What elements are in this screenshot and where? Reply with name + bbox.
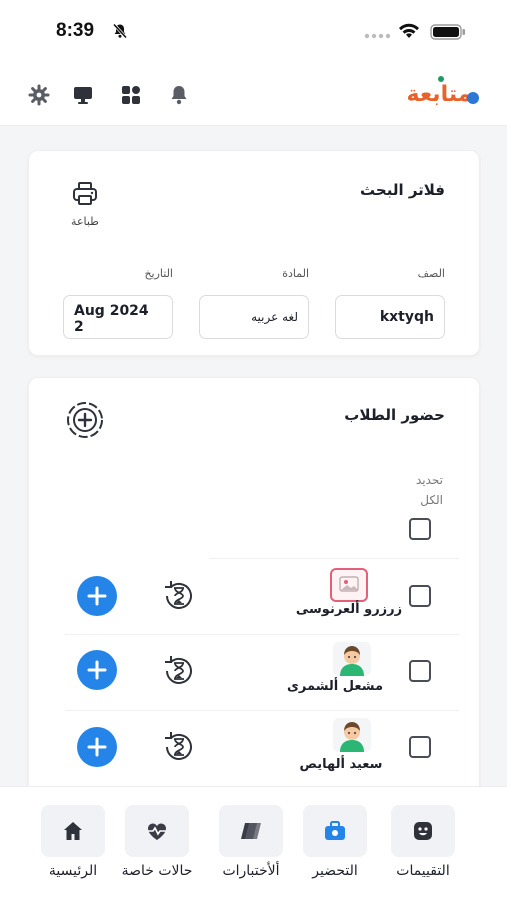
subject-value: لغه عربيه [251, 310, 298, 324]
health-icon [147, 823, 167, 840]
late-hourglass-icon[interactable] [161, 729, 197, 765]
app-header: متابعة [0, 62, 507, 126]
student-avatar [330, 568, 368, 602]
print-button[interactable]: طباعة [65, 181, 105, 228]
add-note-button[interactable] [77, 650, 117, 690]
date-picker[interactable]: Aug 2024 2 [63, 295, 173, 339]
nav-label: حالات خاصة [121, 863, 193, 879]
photo-placeholder-icon [339, 576, 359, 592]
attendance-title: حضور الطلاب [344, 406, 445, 424]
app-logo: متابعة [407, 76, 479, 107]
nav-item-ratings[interactable]: التقييمات [378, 805, 468, 879]
nav-tile [219, 805, 283, 857]
class-label: الصف [417, 267, 445, 280]
plus-icon [87, 660, 107, 680]
student-avatar [333, 718, 371, 752]
nav-tile [125, 805, 189, 857]
home-icon [64, 822, 82, 840]
late-hourglass-icon[interactable] [161, 578, 197, 614]
printer-icon [73, 182, 97, 205]
nav-tile [41, 805, 105, 857]
nav-label: الرئيسية [48, 863, 98, 879]
wifi-icon [399, 23, 419, 38]
nav-tile [303, 805, 367, 857]
date-label: التاريخ [144, 267, 173, 280]
filters-title: فلاتر البحث [360, 181, 445, 199]
select-all-line-1: تحديد [415, 473, 443, 487]
plus-icon [87, 737, 107, 757]
print-label: طباعة [71, 215, 99, 228]
subject-label: المادة [282, 267, 309, 280]
subject-select[interactable]: لغه عربيه [199, 295, 309, 339]
nav-item-special-cases[interactable]: حالات خاصة [112, 805, 202, 879]
late-hourglass-icon[interactable] [161, 653, 197, 689]
student-checkbox[interactable] [409, 660, 431, 682]
divider [209, 558, 459, 559]
dashboard-grid-icon[interactable] [120, 84, 142, 106]
boy-avatar-icon [340, 722, 364, 752]
class-value: kxtyqh [379, 309, 434, 325]
boy-avatar-icon [340, 646, 364, 676]
student-avatar [333, 642, 371, 676]
exams-icon [241, 823, 261, 839]
student-checkbox[interactable] [409, 736, 431, 758]
silent-mode-icon [112, 23, 128, 39]
notifications-bell-icon[interactable] [168, 84, 190, 106]
settings-icon[interactable] [28, 84, 50, 106]
nav-item-attendance[interactable]: التحضير [290, 805, 380, 879]
select-all-checkbox[interactable] [409, 518, 431, 540]
monitor-icon[interactable] [72, 84, 94, 106]
cellular-signal-icon [364, 33, 390, 39]
student-name: زرزرو ألعرنوسى [295, 602, 403, 617]
search-filters-card: فلاتر البحث طباعة الصف المادة التاريخ kx… [28, 150, 480, 356]
status-time: 8:39 [56, 20, 95, 41]
student-name: مشعل ألشمرى [286, 679, 384, 694]
nav-tile [391, 805, 455, 857]
student-name: سعيد ألهايص [299, 757, 383, 772]
rating-icon [414, 822, 432, 840]
divider [65, 710, 459, 711]
nav-item-exams[interactable]: ألأختبارات [206, 805, 296, 879]
nav-label: التقييمات [396, 863, 450, 879]
nav-label: التحضير [312, 863, 358, 879]
student-checkbox[interactable] [409, 585, 431, 607]
logo-text: متابعة [407, 82, 472, 107]
battery-icon [430, 24, 465, 40]
plus-icon [87, 586, 107, 606]
add-note-button[interactable] [77, 727, 117, 767]
attendance-icon [325, 821, 345, 840]
date-value: Aug 2024 2 [74, 303, 149, 335]
nav-item-home[interactable]: الرئيسية [28, 805, 118, 879]
student-attendance-card: حضور الطلاب تحديد الكل زرزرو ألعرنوسى مش… [28, 377, 480, 797]
nav-label: ألأختبارات [222, 863, 280, 879]
add-note-button[interactable] [77, 576, 117, 616]
bottom-navigation: التقييمات التحضير ألأختبارات حالات خاصة … [0, 786, 507, 900]
status-bar: 8:39 [0, 0, 507, 62]
select-all-line-2: الكل [420, 493, 443, 507]
class-select[interactable]: kxtyqh [335, 295, 445, 339]
divider [65, 634, 459, 635]
select-all-label: تحديد الكل [416, 470, 443, 510]
add-circle-icon[interactable] [65, 400, 105, 440]
